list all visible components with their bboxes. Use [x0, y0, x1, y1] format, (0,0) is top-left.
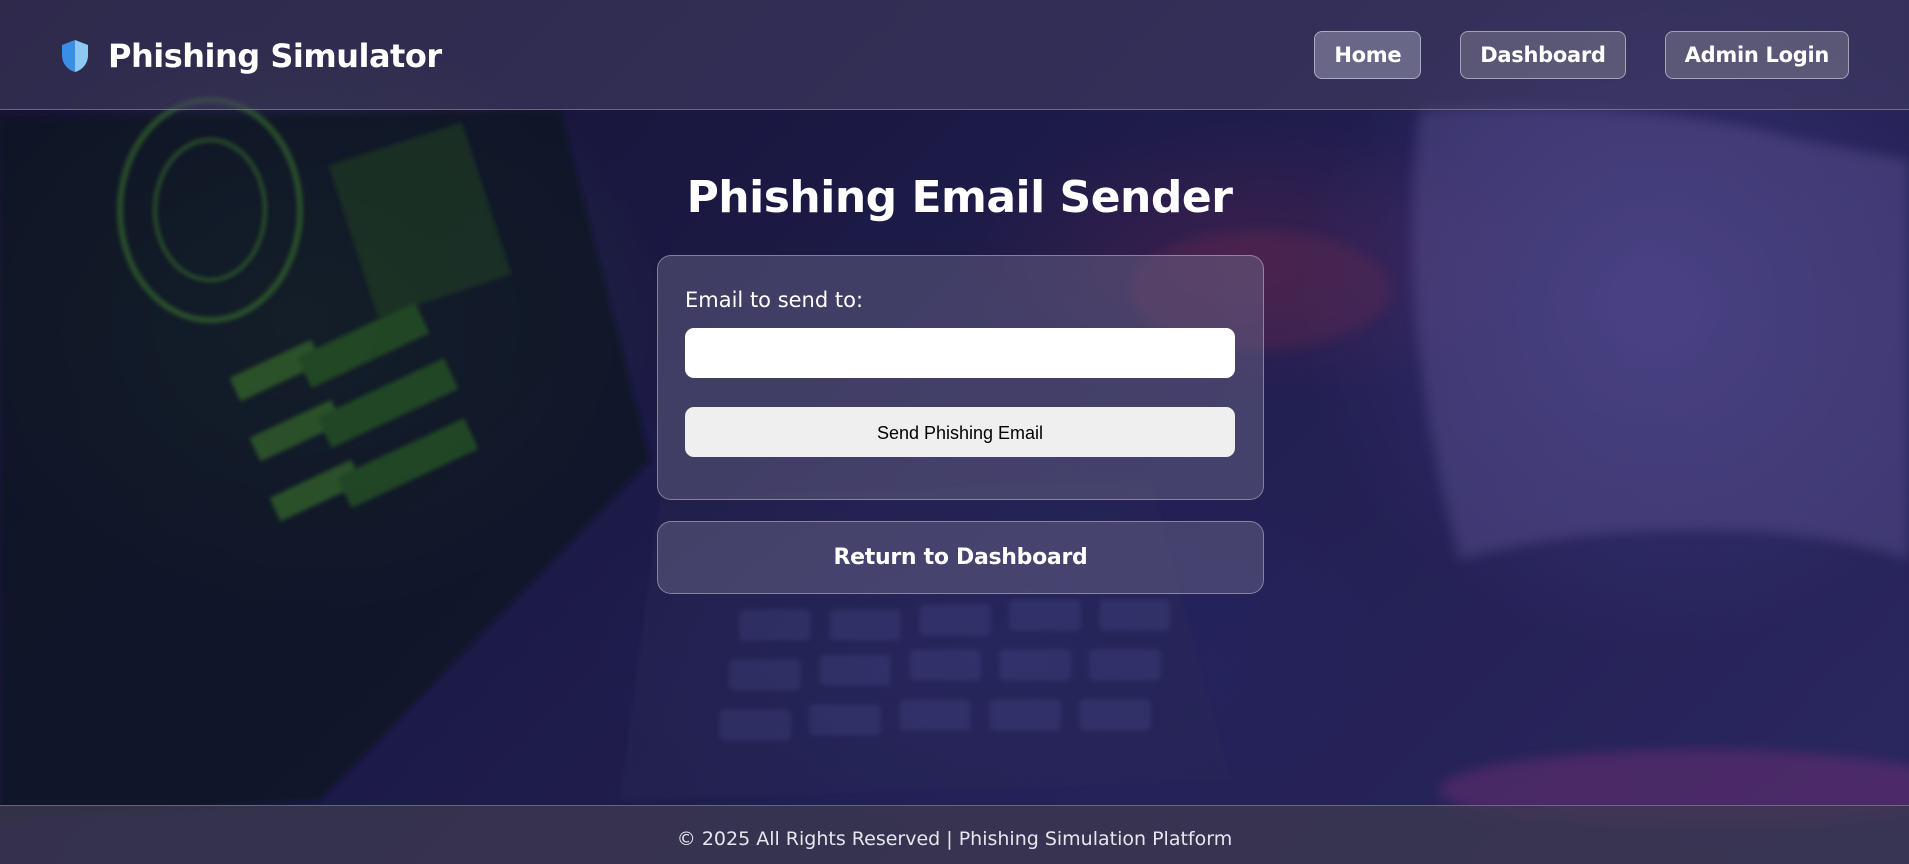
top-navbar: Phishing Simulator Home Dashboard Admin … — [0, 0, 1909, 110]
footer: © 2025 All Rights Reserved | Phishing Si… — [0, 805, 1909, 864]
nav-home-button[interactable]: Home — [1314, 31, 1422, 79]
nav-dashboard-button[interactable]: Dashboard — [1460, 31, 1626, 79]
brand[interactable]: Phishing Simulator — [60, 34, 442, 78]
return-to-dashboard-button[interactable]: Return to Dashboard — [657, 521, 1264, 594]
email-input[interactable] — [685, 328, 1235, 378]
brand-title: Phishing Simulator — [108, 37, 442, 75]
shield-icon — [62, 40, 88, 72]
footer-text: © 2025 All Rights Reserved | Phishing Si… — [676, 828, 1233, 850]
email-form-card: Email to send to: Send Phishing Email — [657, 255, 1264, 500]
email-label: Email to send to: — [685, 288, 864, 312]
main-nav: Home Dashboard Admin Login — [1314, 31, 1849, 79]
nav-admin-login-button[interactable]: Admin Login — [1664, 31, 1849, 79]
send-phishing-email-button[interactable]: Send Phishing Email — [685, 407, 1235, 457]
page-title: Phishing Email Sender — [686, 172, 1233, 223]
